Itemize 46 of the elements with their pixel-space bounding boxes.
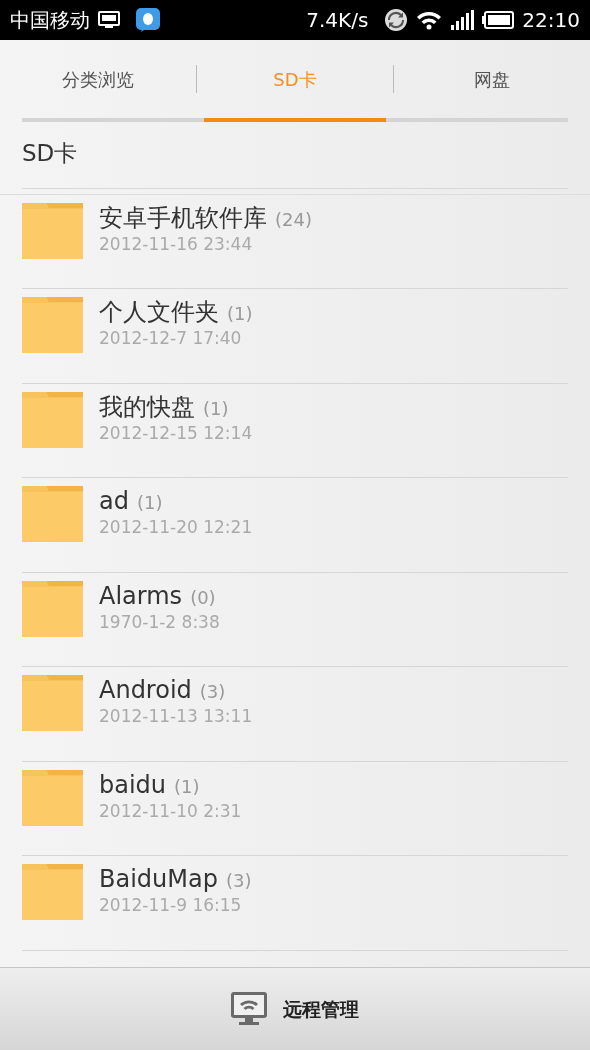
wifi-icon [416, 10, 443, 30]
carrier-name: 中国移动 [10, 10, 90, 30]
folder-name: 个人文件夹 [99, 297, 219, 327]
item-count: (3) [199, 680, 226, 704]
modified-date: 2012-11-9 16:15 [99, 894, 243, 916]
item-count: (1) [136, 491, 163, 515]
folder-icon [22, 202, 83, 259]
ftp-icon [98, 11, 120, 29]
battery-icon [482, 11, 515, 29]
folder-icon [22, 864, 83, 920]
item-count: (0) [190, 585, 216, 610]
item-count: (1) [203, 396, 229, 421]
item-count: (3) [225, 869, 252, 893]
folder-icon [22, 580, 83, 637]
folder-icon [22, 486, 83, 542]
modified-date: 2012-12-15 12:14 [99, 421, 253, 444]
monitor-wifi-icon [231, 992, 267, 1026]
folder-icon [22, 769, 83, 826]
tab[interactable]: 网盘 [394, 42, 590, 116]
chat-app-icon [136, 8, 160, 32]
remote-manage-button[interactable]: 远程管理 [225, 991, 365, 1027]
item-count: (24) [275, 207, 312, 232]
item-count: (1) [174, 774, 200, 799]
folder-name: ad [99, 486, 129, 516]
modified-date: 2012-11-16 23:44 [99, 232, 254, 255]
folder-name: Android [99, 675, 192, 705]
tab[interactable]: 分类浏览 [0, 42, 196, 116]
folder-name: Alarms [99, 580, 183, 611]
modified-date: 2012-11-20 12:21 [99, 516, 253, 538]
network-speed: 7.4K/s [306, 10, 369, 30]
item-count: (1) [227, 302, 253, 326]
clock-time: 22:10 [522, 10, 580, 30]
folder-name: baidu [99, 769, 167, 800]
folder-icon [22, 675, 83, 731]
modified-date: 2012-11-10 2:31 [99, 799, 242, 822]
sync-icon [384, 8, 409, 32]
modified-date: 2012-11-13 13:11 [99, 705, 253, 727]
folder-icon [22, 297, 83, 353]
folder-path: SD卡 [22, 122, 568, 189]
folder-name: 我的快盘 [99, 391, 195, 422]
signal-icon [450, 10, 475, 30]
modified-date: 1970-1-2 8:38 [99, 610, 220, 633]
folder-name: BaiduMap [99, 864, 218, 894]
modified-date: 2012-12-7 17:40 [99, 327, 243, 349]
folder-icon [22, 391, 83, 448]
folder-name: 安卓手机软件库 [99, 202, 267, 233]
